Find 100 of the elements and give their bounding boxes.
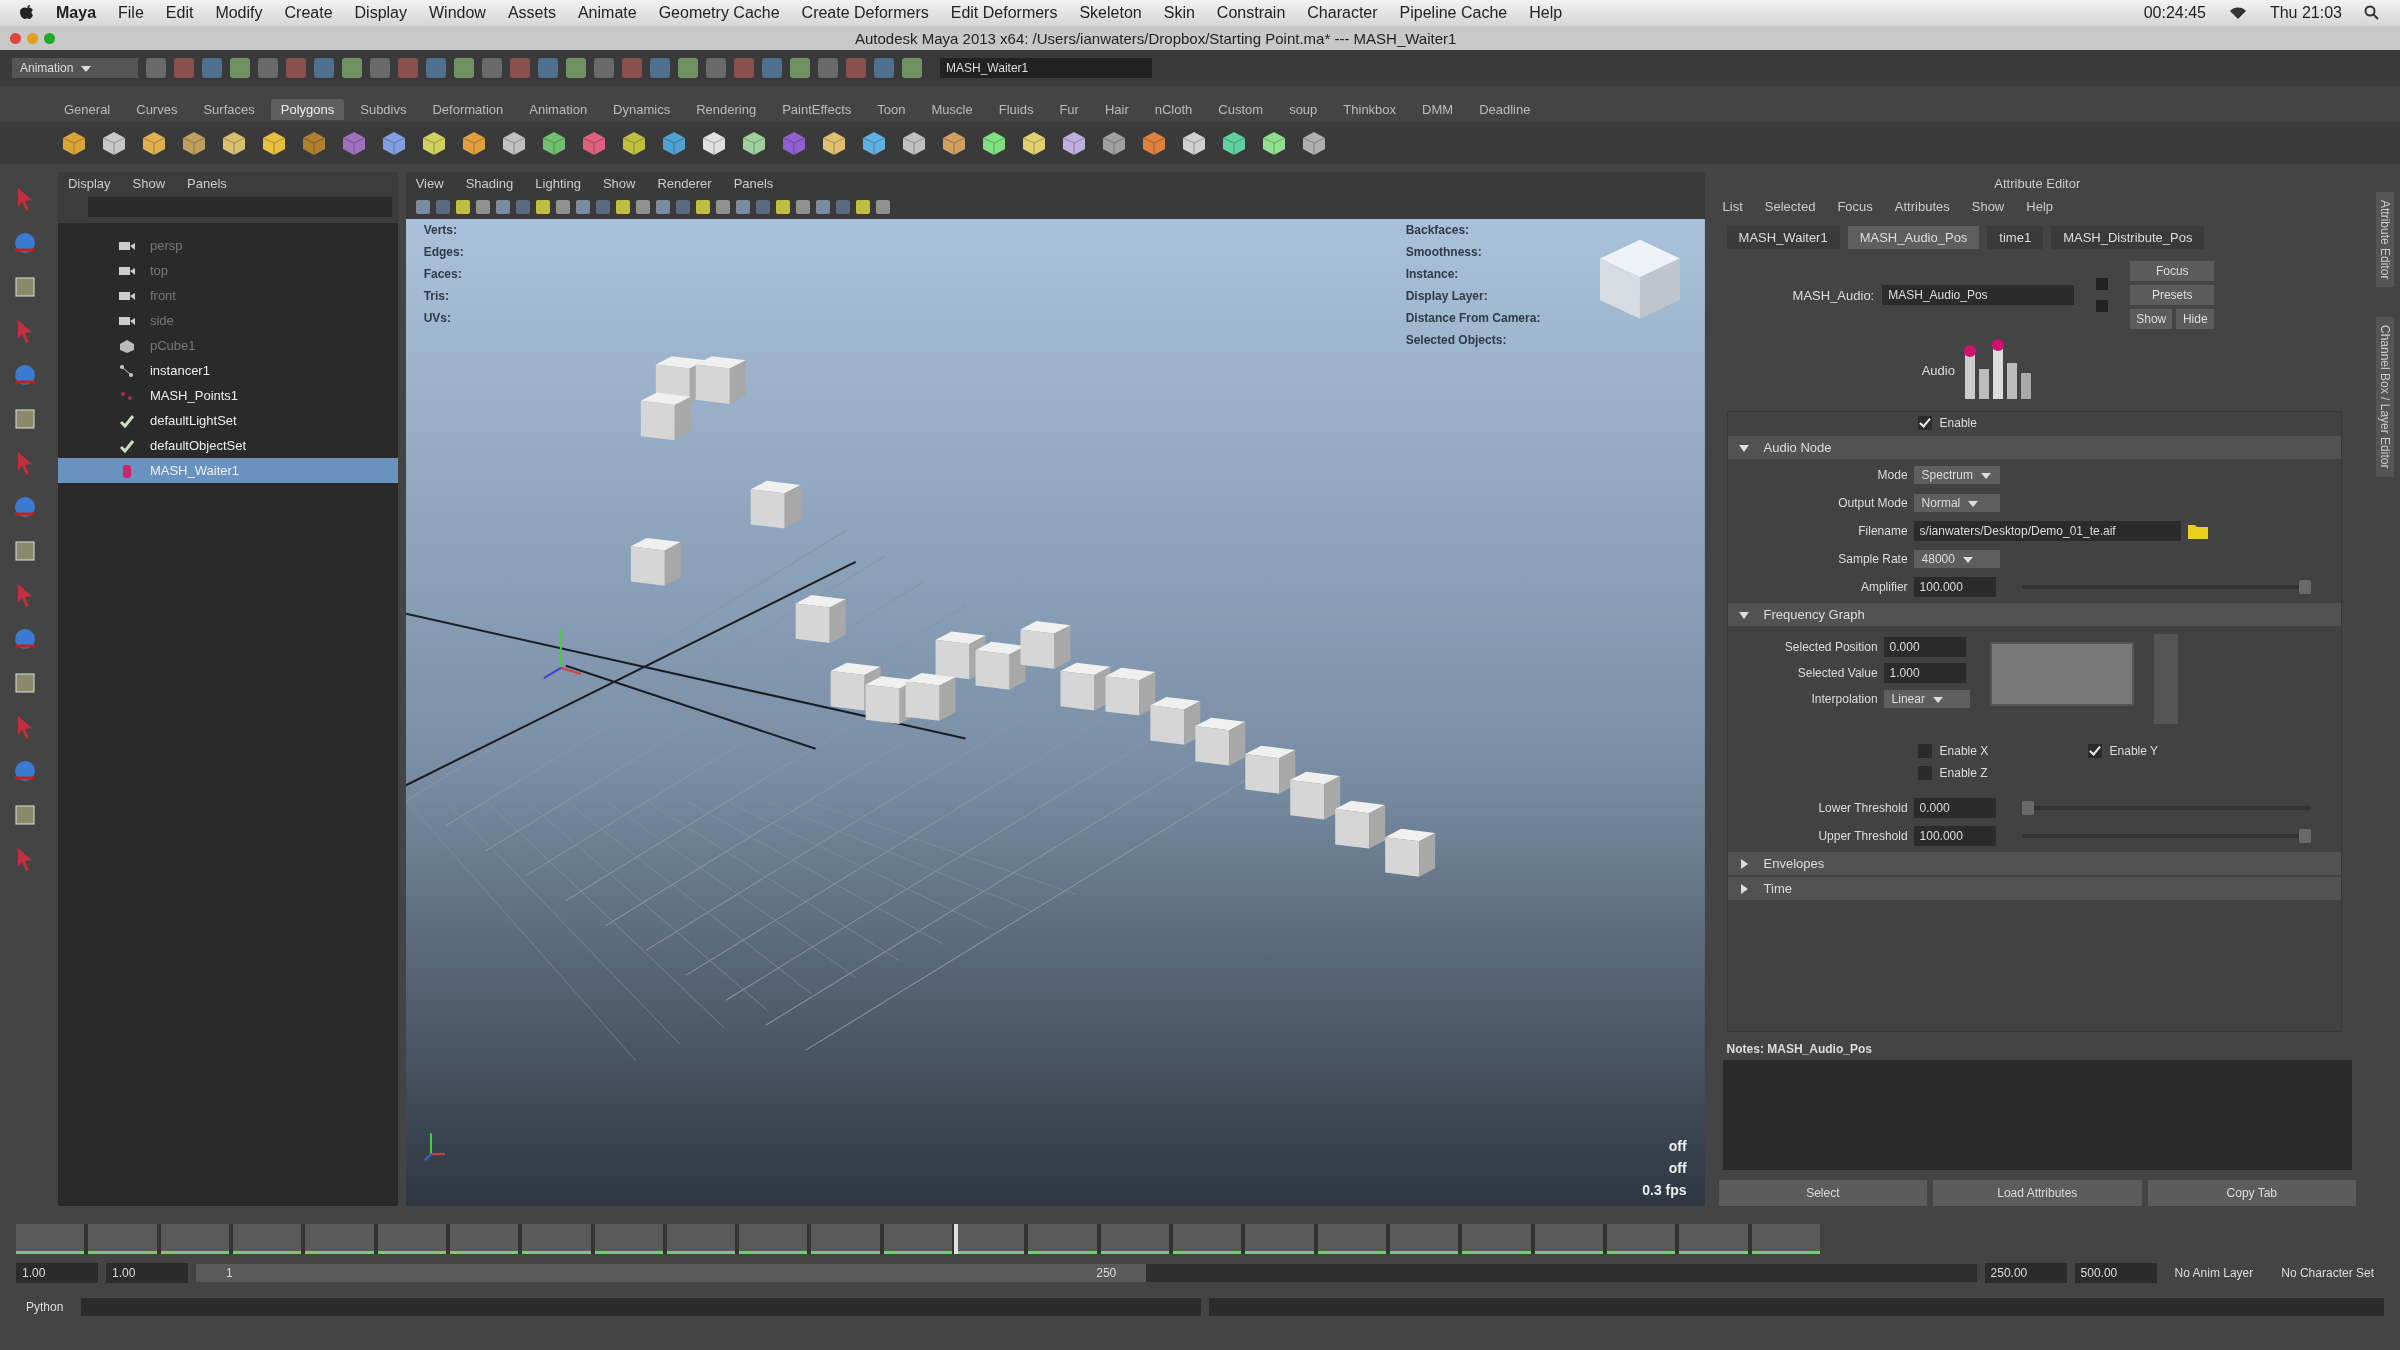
show-button[interactable]: Show: [2130, 309, 2173, 329]
command-language-label[interactable]: Python: [16, 1300, 74, 1314]
panel-toolbar-icon[interactable]: [555, 200, 570, 214]
section-header[interactable]: Envelopes: [1727, 852, 2342, 875]
panel-menu-item[interactable]: View: [415, 176, 444, 191]
shelf-tool-icon[interactable]: [460, 129, 488, 157]
node-tab[interactable]: MASH_Distribute_Pos: [2051, 226, 2205, 249]
shelf-tool-icon[interactable]: [60, 129, 88, 157]
shelf-tab[interactable]: Hair: [1094, 98, 1139, 120]
shelf-tool-icon[interactable]: [1140, 129, 1168, 157]
focus-button[interactable]: Focus: [2130, 261, 2215, 281]
attribute-value-field[interactable]: 100.000: [1913, 577, 1996, 597]
enable-checkbox[interactable]: [1917, 416, 1932, 430]
shelf-tool-icon[interactable]: [1180, 129, 1208, 157]
menu-item[interactable]: Modify: [215, 4, 263, 22]
shelf-tool-icon[interactable]: [380, 129, 408, 157]
node-tab[interactable]: time1: [1987, 226, 2044, 249]
panel-toolbar-icon[interactable]: [795, 200, 810, 214]
panel-toolbar-icon[interactable]: [535, 200, 550, 214]
menu-item[interactable]: Constrain: [1216, 4, 1286, 22]
shelf-tool-icon[interactable]: [700, 129, 728, 157]
filename-field[interactable]: s/ianwaters/Desktop/Demo_01_te.aif: [1913, 521, 2181, 541]
node-tab[interactable]: MASH_Audio_Pos: [1847, 226, 1980, 249]
panel-toolbar-icon[interactable]: [875, 200, 890, 214]
shelf-tab[interactable]: Toon: [867, 98, 916, 120]
shelf-tool-icon[interactable]: [820, 129, 848, 157]
attribute-dropdown[interactable]: Spectrum: [1913, 466, 2000, 484]
shelf-tab[interactable]: DMM: [1412, 98, 1464, 120]
panel-toolbar-icon[interactable]: [455, 200, 470, 214]
section-header[interactable]: Audio Node: [1727, 436, 2342, 459]
panel-menu-item[interactable]: Attributes: [1894, 199, 1950, 214]
shelf-tool-icon[interactable]: [620, 129, 648, 157]
outliner-item[interactable]: defaultLightSet: [57, 408, 398, 433]
shelf-tool-icon[interactable]: [1300, 129, 1328, 157]
node-tab[interactable]: MASH_Waiter1: [1726, 226, 1840, 249]
panel-menu-item[interactable]: Selected: [1764, 199, 1816, 214]
shelf-tool-icon[interactable]: [180, 129, 208, 157]
shelf-tab[interactable]: Custom: [1208, 98, 1274, 120]
ramp-graph[interactable]: [1989, 642, 2134, 706]
playback-start-field[interactable]: 1.00: [106, 1263, 188, 1283]
start-time-field[interactable]: 1.00: [16, 1263, 98, 1283]
shelf-tab[interactable]: Rendering: [686, 98, 767, 120]
character-set-dropdown[interactable]: No Character Set: [2271, 1266, 2384, 1280]
panel-toolbar-icon[interactable]: [775, 200, 790, 214]
shelf-tab[interactable]: Polygons: [270, 98, 345, 120]
menu-item[interactable]: Create: [284, 4, 333, 22]
folder-icon[interactable]: [2186, 522, 2209, 540]
panel-toolbar-icon[interactable]: [655, 200, 670, 214]
panel-toolbar-icon[interactable]: [715, 200, 730, 214]
shelf-tab[interactable]: Muscle: [921, 98, 983, 120]
attribute-dropdown[interactable]: Normal: [1913, 494, 2000, 512]
attribute-value-field[interactable]: 100.000: [1913, 826, 1996, 846]
menu-item[interactable]: Geometry Cache: [658, 4, 780, 22]
shelf-tool-icon[interactable]: [1060, 129, 1088, 157]
panel-toolbar-icon[interactable]: [575, 200, 590, 214]
menu-item[interactable]: Assets: [507, 4, 556, 22]
attribute-value-field[interactable]: 1.000: [1883, 663, 1966, 683]
shelf-tool-icon[interactable]: [740, 129, 768, 157]
range-slider[interactable]: 1 250: [196, 1264, 1147, 1282]
view-cube-icon[interactable]: [1599, 239, 1680, 319]
hide-button[interactable]: Hide: [2176, 309, 2215, 329]
panel-toolbar-icon[interactable]: [695, 200, 710, 214]
shelf-tab[interactable]: Animation: [519, 98, 598, 120]
panel-menu-item[interactable]: Renderer: [657, 176, 712, 191]
shelf-tool-icon[interactable]: [420, 129, 448, 157]
current-frame-marker[interactable]: [954, 1224, 959, 1254]
attribute-editor-button[interactable]: Select: [1718, 1180, 1928, 1206]
panel-menu-item[interactable]: List: [1722, 199, 1743, 214]
name-field[interactable]: MASH_Waiter1: [940, 58, 1152, 78]
shelf-tab[interactable]: Fur: [1049, 98, 1089, 120]
panel-toolbar-icon[interactable]: [855, 200, 870, 214]
axis-checkbox[interactable]: [1917, 744, 1932, 758]
shelf-tool-icon[interactable]: [1220, 129, 1248, 157]
slider-handle[interactable]: [2299, 580, 2312, 594]
attribute-editor-button[interactable]: Load Attributes: [1933, 1180, 2142, 1206]
shelf-tab[interactable]: Deadline: [1469, 98, 1541, 120]
outliner-item[interactable]: pCube1: [57, 333, 398, 358]
outliner-item[interactable]: instancer1: [57, 358, 398, 383]
panel-menu-item[interactable]: Panels: [733, 176, 774, 191]
menu-item[interactable]: Skin: [1163, 4, 1195, 22]
panel-menu-item[interactable]: Show: [1971, 199, 2005, 214]
outliner-item[interactable]: MASH_Points1: [57, 383, 398, 408]
time-slider[interactable]: [16, 1224, 1820, 1254]
menu-item[interactable]: Character: [1307, 4, 1378, 22]
shelf-tab[interactable]: Thinkbox: [1333, 98, 1407, 120]
panel-toolbar-icon[interactable]: [495, 200, 510, 214]
attribute-value-field[interactable]: 0.000: [1883, 637, 1966, 657]
shelf-tab[interactable]: PaintEffects: [772, 98, 862, 120]
panel-menu-item[interactable]: Show: [602, 176, 636, 191]
shelf-tool-icon[interactable]: [1260, 129, 1288, 157]
section-header[interactable]: Frequency Graph: [1727, 603, 2342, 626]
shelf-tool-icon[interactable]: [540, 129, 568, 157]
shelf-tab[interactable]: nCloth: [1144, 98, 1203, 120]
shelf-tool-icon[interactable]: [500, 129, 528, 157]
interpolation-dropdown[interactable]: Linear: [1883, 690, 1970, 708]
shelf-tool-icon[interactable]: [1020, 129, 1048, 157]
menu-item[interactable]: File: [118, 4, 144, 22]
time-text[interactable]: Thu 21:03: [2269, 4, 2342, 22]
panel-toolbar-icon[interactable]: [815, 200, 830, 214]
notes-field[interactable]: [1722, 1060, 2353, 1170]
